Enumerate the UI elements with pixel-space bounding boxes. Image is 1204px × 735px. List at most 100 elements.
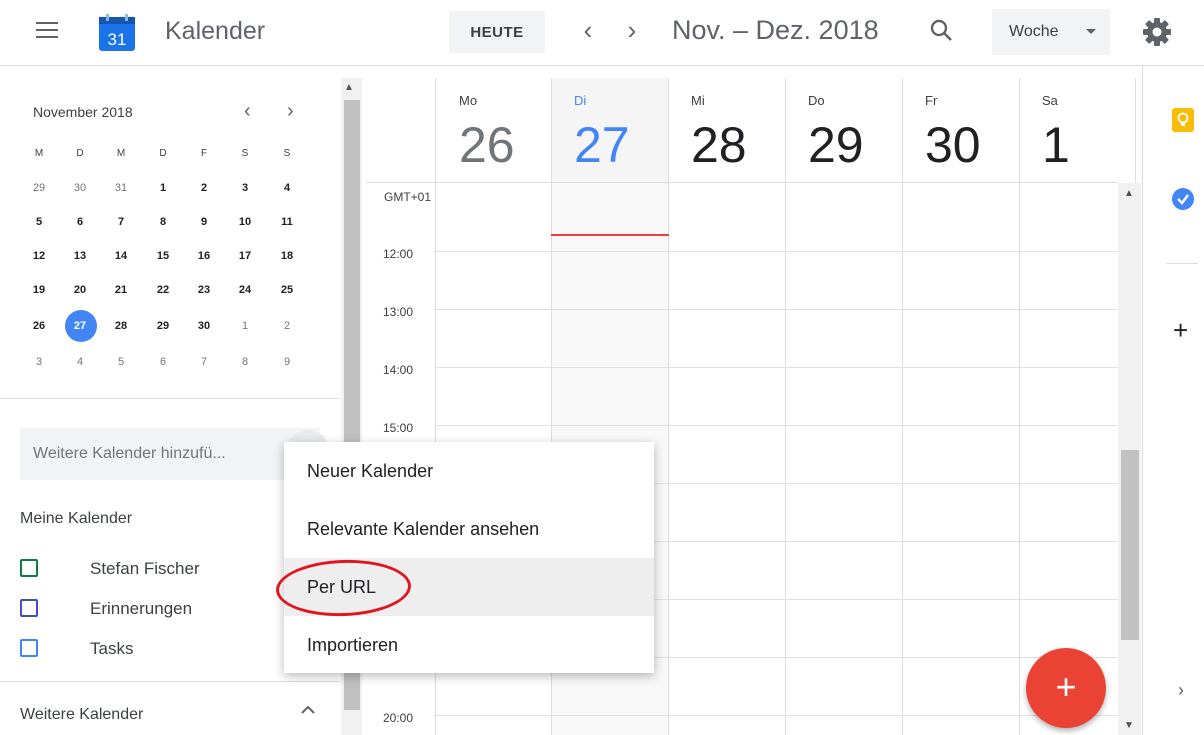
side-panel-divider	[1166, 263, 1198, 264]
search-icon[interactable]	[928, 17, 956, 45]
chevron-up-icon[interactable]	[300, 705, 316, 715]
mini-weekday: M	[34, 148, 44, 159]
calendar-item-stefan-fischer[interactable]: Stefan Fischer	[20, 556, 320, 582]
mini-day[interactable]: 3	[23, 348, 55, 376]
calendar-checkbox[interactable]	[20, 639, 38, 657]
day-header-mi[interactable]: Mi 28	[668, 78, 785, 182]
mini-day[interactable]: 8	[147, 208, 179, 236]
keep-icon[interactable]	[1172, 108, 1194, 132]
day-number: 29	[808, 117, 864, 173]
today-button[interactable]: HEUTE	[449, 11, 545, 53]
other-calendars-title[interactable]: Weitere Kalender	[20, 706, 143, 724]
menu-item-from-url[interactable]: Per URL	[284, 558, 654, 616]
mini-day[interactable]: 12	[23, 242, 55, 270]
time-label: 14:00	[383, 363, 414, 377]
day-header-fr[interactable]: Fr 30	[902, 78, 1019, 182]
mini-day[interactable]: 2	[271, 312, 303, 340]
chevron-right-icon[interactable]: ›	[1178, 680, 1184, 701]
calendar-checkbox[interactable]	[20, 559, 38, 577]
mini-day[interactable]: 25	[271, 276, 303, 304]
mini-day[interactable]: 21	[105, 276, 137, 304]
current-time-indicator	[551, 234, 669, 236]
add-addon-plus-icon[interactable]: +	[1173, 315, 1188, 346]
scroll-down-arrow-icon[interactable]: ▼	[1124, 720, 1134, 731]
scroll-up-arrow-icon[interactable]: ▲	[344, 82, 354, 93]
mini-day[interactable]: 4	[64, 348, 96, 376]
calendar-label: Tasks	[90, 639, 134, 658]
mini-day[interactable]: 8	[229, 348, 261, 376]
calendar-checkbox[interactable]	[20, 599, 38, 617]
calendar-item-erinnerungen[interactable]: Erinnerungen	[20, 596, 320, 622]
mini-day[interactable]: 17	[229, 242, 261, 270]
day-header-mo[interactable]: Mo 26	[436, 78, 551, 182]
mini-day[interactable]: 13	[64, 242, 96, 270]
day-name: Mi	[691, 93, 705, 108]
add-calendar-input[interactable]	[20, 428, 320, 480]
next-week-button[interactable]: ›	[617, 15, 647, 45]
mini-day[interactable]: 1	[229, 312, 261, 340]
mini-day[interactable]: 16	[188, 242, 220, 270]
scroll-up-arrow-icon[interactable]: ▲	[1124, 188, 1134, 199]
mini-day[interactable]: 5	[23, 208, 55, 236]
menu-item-new-calendar[interactable]: Neuer Kalender	[284, 442, 654, 500]
mini-day[interactable]: 4	[271, 174, 303, 202]
previous-week-button[interactable]: ‹	[573, 15, 603, 45]
mini-day[interactable]: 7	[105, 208, 137, 236]
calendar-item-tasks[interactable]: Tasks	[20, 636, 320, 662]
day-number: 26	[459, 117, 515, 173]
main-menu-icon[interactable]	[36, 22, 58, 40]
mini-day[interactable]: 28	[105, 312, 137, 340]
time-label: 12:00	[383, 247, 414, 261]
mini-day[interactable]: 14	[105, 242, 137, 270]
tasks-icon[interactable]	[1172, 188, 1194, 210]
day-header-sa[interactable]: Sa 1	[1019, 78, 1118, 182]
mini-day[interactable]: 26	[23, 312, 55, 340]
mini-day[interactable]: 20	[64, 276, 96, 304]
mini-day[interactable]: 24	[229, 276, 261, 304]
day-header-do[interactable]: Do 29	[785, 78, 902, 182]
column-divider	[668, 78, 669, 735]
mini-day[interactable]: 3	[229, 174, 261, 202]
column-divider	[1019, 78, 1020, 735]
create-event-button[interactable]: +	[1026, 648, 1106, 728]
mini-prev-month-icon[interactable]: ‹	[244, 100, 251, 123]
mini-day[interactable]: 23	[188, 276, 220, 304]
mini-day[interactable]: 30	[64, 174, 96, 202]
caret-down-icon	[1086, 29, 1096, 34]
mini-day[interactable]: 30	[188, 312, 220, 340]
grid-scrollbar-thumb[interactable]	[1121, 450, 1139, 640]
my-calendars-title[interactable]: Meine Kalender	[20, 510, 132, 528]
mini-weekday: S	[241, 148, 249, 159]
menu-item-browse-calendars[interactable]: Relevante Kalender ansehen	[284, 500, 654, 558]
mini-day[interactable]: 1	[147, 174, 179, 202]
mini-day[interactable]: 19	[23, 276, 55, 304]
mini-next-month-icon[interactable]: ›	[287, 100, 294, 123]
view-select[interactable]: Woche	[992, 9, 1110, 55]
day-header-di[interactable]: Di 27	[551, 78, 668, 182]
mini-day[interactable]: 18	[271, 242, 303, 270]
mini-day[interactable]: 9	[188, 208, 220, 236]
mini-day[interactable]: 22	[147, 276, 179, 304]
mini-day-today[interactable]: 27	[64, 310, 97, 342]
mini-day[interactable]: 2	[188, 174, 220, 202]
mini-day[interactable]: 6	[64, 208, 96, 236]
column-divider	[902, 78, 903, 735]
mini-day[interactable]: 5	[105, 348, 137, 376]
mini-day[interactable]: 6	[147, 348, 179, 376]
header-divider	[366, 182, 1118, 183]
mini-day[interactable]: 7	[188, 348, 220, 376]
mini-day[interactable]: 29	[23, 174, 55, 202]
mini-day[interactable]: 11	[271, 208, 303, 236]
mini-day[interactable]: 9	[271, 348, 303, 376]
time-label: 13:00	[383, 305, 414, 319]
menu-item-import[interactable]: Importieren	[284, 616, 654, 674]
checkmark-icon	[1177, 194, 1189, 205]
day-name: Mo	[459, 93, 478, 108]
mini-day[interactable]: 31	[105, 174, 137, 202]
gear-icon[interactable]	[1141, 16, 1173, 48]
mini-day[interactable]: 29	[147, 312, 179, 340]
mini-day[interactable]: 15	[147, 242, 179, 270]
mini-calendar-title: November 2018	[33, 104, 133, 120]
day-name: Sa	[1042, 93, 1058, 108]
mini-day[interactable]: 10	[229, 208, 261, 236]
